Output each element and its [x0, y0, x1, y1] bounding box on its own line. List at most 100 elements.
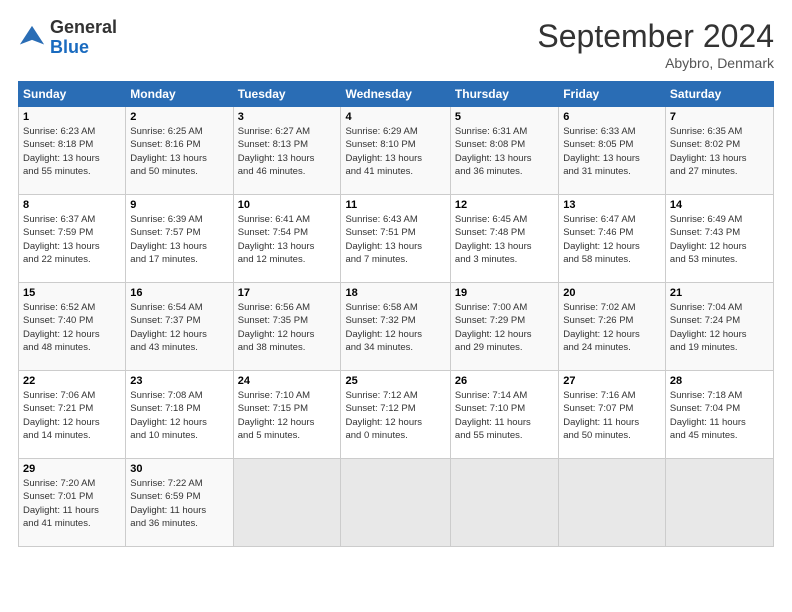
page: General Blue September 2024 Abybro, Denm…: [0, 0, 792, 612]
col-saturday: Saturday: [665, 82, 773, 107]
day-info: Sunrise: 6:54 AM Sunset: 7:37 PM Dayligh…: [130, 301, 228, 354]
day-info: Sunrise: 7:18 AM Sunset: 7:04 PM Dayligh…: [670, 389, 769, 442]
day-number: 15: [23, 287, 121, 299]
day-number: 14: [670, 199, 769, 211]
col-wednesday: Wednesday: [341, 82, 450, 107]
calendar-week-1: 1 Sunrise: 6:23 AM Sunset: 8:18 PM Daylig…: [19, 107, 774, 195]
day-info: Sunrise: 6:56 AM Sunset: 7:35 PM Dayligh…: [238, 301, 337, 354]
day-number: 19: [455, 287, 554, 299]
calendar-cell: 7 Sunrise: 6:35 AM Sunset: 8:02 PM Daylig…: [665, 107, 773, 195]
day-number: 3: [238, 111, 337, 123]
day-number: 27: [563, 375, 661, 387]
calendar-cell: 14 Sunrise: 6:49 AM Sunset: 7:43 PM Dayli…: [665, 195, 773, 283]
calendar-cell: [665, 459, 773, 547]
day-info: Sunrise: 7:02 AM Sunset: 7:26 PM Dayligh…: [563, 301, 661, 354]
calendar-table: Sunday Monday Tuesday Wednesday Thursday…: [18, 81, 774, 547]
day-info: Sunrise: 6:49 AM Sunset: 7:43 PM Dayligh…: [670, 213, 769, 266]
day-info: Sunrise: 6:58 AM Sunset: 7:32 PM Dayligh…: [345, 301, 445, 354]
month-title: September 2024: [537, 18, 774, 55]
day-number: 13: [563, 199, 661, 211]
logo-general: General: [50, 17, 117, 37]
day-info: Sunrise: 6:39 AM Sunset: 7:57 PM Dayligh…: [130, 213, 228, 266]
day-number: 17: [238, 287, 337, 299]
day-info: Sunrise: 7:16 AM Sunset: 7:07 PM Dayligh…: [563, 389, 661, 442]
calendar-cell: 15 Sunrise: 6:52 AM Sunset: 7:40 PM Dayli…: [19, 283, 126, 371]
calendar-cell: 3 Sunrise: 6:27 AM Sunset: 8:13 PM Daylig…: [233, 107, 341, 195]
calendar-week-3: 15 Sunrise: 6:52 AM Sunset: 7:40 PM Dayli…: [19, 283, 774, 371]
day-number: 29: [23, 463, 121, 475]
calendar-cell: 16 Sunrise: 6:54 AM Sunset: 7:37 PM Dayli…: [126, 283, 233, 371]
calendar-cell: 2Sunrise: 6:25 AM Sunset: 8:16 PM Daylig…: [126, 107, 233, 195]
calendar-cell: 12Sunrise: 6:45 AM Sunset: 7:48 PM Dayli…: [450, 195, 558, 283]
calendar-cell: 26 Sunrise: 7:14 AM Sunset: 7:10 PM Dayli…: [450, 371, 558, 459]
day-number: 1: [23, 111, 121, 123]
day-info: Sunrise: 7:14 AM Sunset: 7:10 PM Dayligh…: [455, 389, 554, 442]
location: Abybro, Denmark: [537, 55, 774, 71]
day-info: Sunrise: 7:10 AM Sunset: 7:15 PM Dayligh…: [238, 389, 337, 442]
calendar-cell: 9 Sunrise: 6:39 AM Sunset: 7:57 PM Daylig…: [126, 195, 233, 283]
day-info: Sunrise: 6:23 AM Sunset: 8:18 PM Dayligh…: [23, 125, 121, 178]
day-number: 12: [455, 199, 554, 211]
day-info: Sunrise: 7:20 AM Sunset: 7:01 PM Dayligh…: [23, 477, 121, 530]
day-number: 22: [23, 375, 121, 387]
logo-blue: Blue: [50, 37, 89, 57]
day-number: 24: [238, 375, 337, 387]
calendar-cell: 20 Sunrise: 7:02 AM Sunset: 7:26 PM Dayli…: [559, 283, 666, 371]
calendar-cell: 24 Sunrise: 7:10 AM Sunset: 7:15 PM Dayli…: [233, 371, 341, 459]
day-number: 25: [345, 375, 445, 387]
calendar-cell: 27 Sunrise: 7:16 AM Sunset: 7:07 PM Dayli…: [559, 371, 666, 459]
day-info: Sunrise: 6:41 AM Sunset: 7:54 PM Dayligh…: [238, 213, 337, 266]
calendar-cell: [450, 459, 558, 547]
col-tuesday: Tuesday: [233, 82, 341, 107]
day-number: 4: [345, 111, 445, 123]
calendar-week-5: 29 Sunrise: 7:20 AM Sunset: 7:01 PM Dayli…: [19, 459, 774, 547]
day-info: Sunrise: 6:33 AM Sunset: 8:05 PM Dayligh…: [563, 125, 661, 178]
day-number: 7: [670, 111, 769, 123]
calendar-cell: 6 Sunrise: 6:33 AM Sunset: 8:05 PM Daylig…: [559, 107, 666, 195]
day-info: Sunrise: 6:29 AM Sunset: 8:10 PM Dayligh…: [345, 125, 445, 178]
calendar-cell: 25 Sunrise: 7:12 AM Sunset: 7:12 PM Dayli…: [341, 371, 450, 459]
day-info: Sunrise: 6:52 AM Sunset: 7:40 PM Dayligh…: [23, 301, 121, 354]
calendar-week-4: 22Sunrise: 7:06 AM Sunset: 7:21 PM Dayli…: [19, 371, 774, 459]
day-number: 8: [23, 199, 121, 211]
day-number: 20: [563, 287, 661, 299]
calendar-cell: 30Sunrise: 7:22 AM Sunset: 6:59 PM Dayli…: [126, 459, 233, 547]
calendar-cell: 13 Sunrise: 6:47 AM Sunset: 7:46 PM Dayli…: [559, 195, 666, 283]
calendar-cell: 21 Sunrise: 7:04 AM Sunset: 7:24 PM Dayli…: [665, 283, 773, 371]
col-sunday: Sunday: [19, 82, 126, 107]
day-info: Sunrise: 6:47 AM Sunset: 7:46 PM Dayligh…: [563, 213, 661, 266]
calendar-cell: [341, 459, 450, 547]
day-number: 26: [455, 375, 554, 387]
calendar-cell: 17 Sunrise: 6:56 AM Sunset: 7:35 PM Dayli…: [233, 283, 341, 371]
logo-text: General Blue: [50, 18, 117, 58]
day-info: Sunrise: 6:35 AM Sunset: 8:02 PM Dayligh…: [670, 125, 769, 178]
calendar-week-2: 8Sunrise: 6:37 AM Sunset: 7:59 PM Daylig…: [19, 195, 774, 283]
day-number: 6: [563, 111, 661, 123]
day-number: 21: [670, 287, 769, 299]
logo-icon: [18, 24, 46, 52]
day-number: 28: [670, 375, 769, 387]
day-info: Sunrise: 7:08 AM Sunset: 7:18 PM Dayligh…: [130, 389, 228, 442]
col-monday: Monday: [126, 82, 233, 107]
day-number: 9: [130, 199, 228, 211]
day-number: 5: [455, 111, 554, 123]
day-number: 18: [345, 287, 445, 299]
logo: General Blue: [18, 18, 117, 58]
day-number: 16: [130, 287, 228, 299]
day-info: Sunrise: 6:27 AM Sunset: 8:13 PM Dayligh…: [238, 125, 337, 178]
calendar-cell: 22Sunrise: 7:06 AM Sunset: 7:21 PM Dayli…: [19, 371, 126, 459]
calendar-cell: 5 Sunrise: 6:31 AM Sunset: 8:08 PM Daylig…: [450, 107, 558, 195]
calendar-cell: 18 Sunrise: 6:58 AM Sunset: 7:32 PM Dayli…: [341, 283, 450, 371]
day-number: 10: [238, 199, 337, 211]
day-info: Sunrise: 7:12 AM Sunset: 7:12 PM Dayligh…: [345, 389, 445, 442]
calendar-cell: 10 Sunrise: 6:41 AM Sunset: 7:54 PM Dayli…: [233, 195, 341, 283]
day-number: 23: [130, 375, 228, 387]
day-info: Sunrise: 6:31 AM Sunset: 8:08 PM Dayligh…: [455, 125, 554, 178]
col-thursday: Thursday: [450, 82, 558, 107]
day-info: Sunrise: 7:04 AM Sunset: 7:24 PM Dayligh…: [670, 301, 769, 354]
calendar-cell: 8Sunrise: 6:37 AM Sunset: 7:59 PM Daylig…: [19, 195, 126, 283]
calendar-cell: 29 Sunrise: 7:20 AM Sunset: 7:01 PM Dayli…: [19, 459, 126, 547]
calendar-cell: 4 Sunrise: 6:29 AM Sunset: 8:10 PM Daylig…: [341, 107, 450, 195]
header-row: Sunday Monday Tuesday Wednesday Thursday…: [19, 82, 774, 107]
calendar-cell: 1 Sunrise: 6:23 AM Sunset: 8:18 PM Daylig…: [19, 107, 126, 195]
